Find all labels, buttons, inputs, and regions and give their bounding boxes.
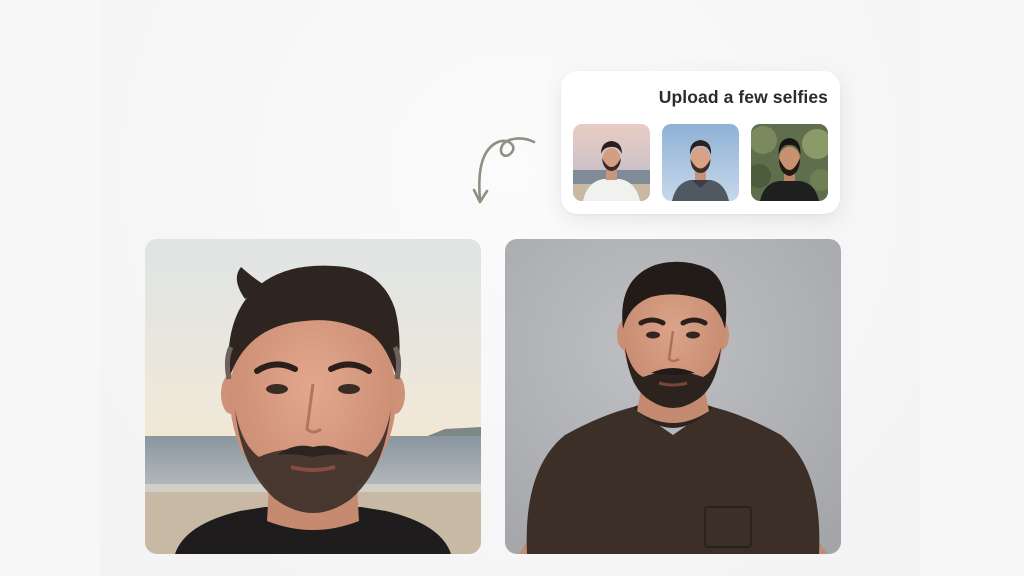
selfie-thumbnail-beach[interactable] [573,124,650,201]
curly-arrow-icon [472,137,536,204]
upload-title: Upload a few selfies [658,87,828,107]
studio-headshot-photo [505,239,841,554]
studio-headshot-image [505,239,841,554]
garden-selfie-thumbnail [751,124,828,201]
beach-selfie-thumbnail [573,124,650,201]
beach-portrait-photo [145,239,481,554]
selfie-thumbnail-sky[interactable] [662,124,739,201]
beach-portrait-image [145,239,481,554]
selfie-thumbnail-garden[interactable] [751,124,828,201]
sky-selfie-thumbnail [662,124,739,201]
upload-selfies-card: Upload a few selfies [561,71,840,214]
